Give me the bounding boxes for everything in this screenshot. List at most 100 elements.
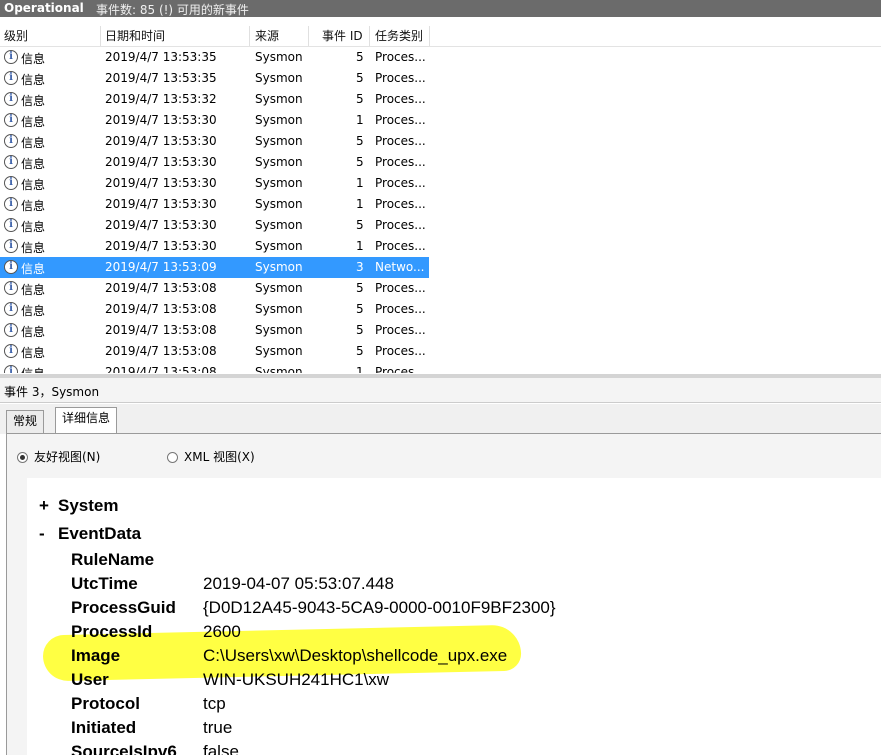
info-icon: i	[4, 281, 18, 295]
row-source: Sysmon	[255, 71, 303, 85]
row-source: Sysmon	[255, 260, 303, 274]
row-source: Sysmon	[255, 197, 303, 211]
xml-view-radio[interactable]: XML 视图(X)	[167, 448, 255, 465]
column-source[interactable]: 来源	[255, 28, 279, 46]
table-row[interactable]: i 信息 2019/4/7 13:53:30 Sysmon 5 Proces...	[0, 215, 429, 236]
row-level: 信息	[21, 115, 46, 129]
row-event-id: 1	[356, 176, 364, 190]
row-datetime: 2019/4/7 13:53:35	[105, 71, 217, 85]
friendly-view-label: 友好视图(N)	[34, 450, 101, 464]
field-name: Protocol	[71, 694, 140, 713]
tab-details[interactable]: 详细信息	[55, 407, 118, 435]
info-icon: i	[4, 260, 18, 274]
field-value: C:\Users\xw\Desktop\shellcode_upx.exe	[203, 646, 508, 665]
row-datetime: 2019/4/7 13:53:08	[105, 344, 217, 358]
table-row[interactable]: i 信息 2019/4/7 13:53:08 Sysmon 5 Proces...	[0, 299, 429, 320]
row-source: Sysmon	[255, 302, 303, 316]
system-expand-toggle[interactable]: +	[39, 496, 49, 516]
info-icon: i	[4, 134, 18, 148]
table-row[interactable]: i 信息 2019/4/7 13:53:30 Sysmon 5 Proces...	[0, 152, 429, 173]
row-task-category: Proces...	[375, 344, 426, 358]
table-row[interactable]: i 信息 2019/4/7 13:53:08 Sysmon 5 Proces...	[0, 320, 429, 341]
row-datetime: 2019/4/7 13:53:08	[105, 323, 217, 337]
row-level: 信息	[21, 220, 46, 234]
row-event-id: 1	[356, 197, 364, 211]
column-level[interactable]: 级别	[4, 28, 28, 46]
info-icon: i	[4, 92, 18, 106]
row-source: Sysmon	[255, 50, 303, 64]
row-event-id: 5	[356, 71, 364, 85]
row-level: 信息	[21, 199, 46, 213]
detail-tabs: 常规 详细信息	[0, 404, 881, 435]
row-datetime: 2019/4/7 13:53:09	[105, 260, 217, 274]
row-task-category: Proces...	[375, 365, 426, 373]
field-value: true	[203, 718, 233, 737]
info-icon: i	[4, 218, 18, 232]
row-task-category: Proces...	[375, 155, 426, 169]
table-row[interactable]: i 信息 2019/4/7 13:53:08 Sysmon 5 Proces...	[0, 341, 429, 362]
row-task-category: Proces...	[375, 71, 426, 85]
event-detail-header: 事件 3，Sysmon	[0, 378, 881, 403]
row-source: Sysmon	[255, 365, 303, 373]
field-name: ProcessGuid	[71, 598, 176, 617]
row-datetime: 2019/4/7 13:53:30	[105, 197, 217, 211]
event-list: i 信息 2019/4/7 13:53:35 Sysmon 5 Proces... i 信息 2…	[0, 47, 881, 373]
info-icon: i	[4, 71, 18, 85]
system-node[interactable]: System	[58, 496, 118, 516]
tab-general[interactable]: 常规	[6, 410, 45, 433]
info-icon: i	[4, 176, 18, 190]
row-datetime: 2019/4/7 13:53:32	[105, 92, 217, 106]
row-source: Sysmon	[255, 134, 303, 148]
friendly-view-radio[interactable]: 友好视图(N)	[17, 448, 100, 465]
info-icon: i	[4, 365, 18, 373]
row-datetime: 2019/4/7 13:53:08	[105, 302, 217, 316]
eventdata-node[interactable]: EventData	[58, 524, 141, 544]
table-row[interactable]: i 信息 2019/4/7 13:53:32 Sysmon 5 Proces...	[0, 89, 429, 110]
row-task-category: Proces...	[375, 50, 426, 64]
row-task-category: Proces...	[375, 239, 426, 253]
field-name: Initiated	[71, 718, 137, 737]
row-datetime: 2019/4/7 13:53:30	[105, 155, 217, 169]
info-icon: i	[4, 50, 18, 64]
eventdata-collapse-toggle[interactable]: -	[39, 524, 45, 544]
field-name: SourceIsIpv6	[71, 742, 177, 755]
table-row[interactable]: i信息 2019/4/7 13:53:08 Sysmon 1 Proces...	[0, 362, 429, 373]
row-event-id: 5	[356, 218, 364, 232]
table-row[interactable]: i 信息 2019/4/7 13:53:30 Sysmon 5 Proces...	[0, 131, 429, 152]
field-value: 2600	[203, 622, 241, 641]
table-row[interactable]: i 信息 2019/4/7 13:53:30 Sysmon 1 Proces...	[0, 173, 429, 194]
row-datetime: 2019/4/7 13:53:30	[105, 239, 217, 253]
row-task-category: Proces...	[375, 176, 426, 190]
info-icon: i	[4, 239, 18, 253]
row-level: 信息	[21, 283, 46, 297]
row-task-category: Proces...	[375, 302, 426, 316]
row-task-category: Proces...	[375, 113, 426, 127]
row-task-category: Proces...	[375, 197, 426, 211]
table-row[interactable]: i 信息 2019/4/7 13:53:30 Sysmon 1 Proces...	[0, 194, 429, 215]
table-row[interactable]: i 信息 2019/4/7 13:53:30 Sysmon 1 Proces...	[0, 236, 429, 257]
column-event-id[interactable]: 事件 ID	[322, 28, 363, 46]
field-name: User	[71, 670, 109, 689]
field-value: 2019-04-07 05:53:07.448	[203, 574, 394, 593]
row-datetime: 2019/4/7 13:53:30	[105, 218, 217, 232]
table-row[interactable]: i 信息 2019/4/7 13:53:35 Sysmon 5 Proces...	[0, 68, 429, 89]
row-event-id: 3	[356, 260, 364, 274]
row-event-id: 5	[356, 281, 364, 295]
row-event-id: 1	[356, 239, 364, 253]
field-value: false	[203, 742, 239, 755]
row-level: 信息	[21, 325, 46, 339]
row-level: 信息	[21, 73, 46, 87]
row-datetime: 2019/4/7 13:53:08	[105, 281, 217, 295]
row-level: 信息	[21, 262, 46, 276]
table-row[interactable]: i 信息 2019/4/7 13:53:30 Sysmon 1 Proces...	[0, 110, 429, 131]
info-icon: i	[4, 113, 18, 127]
column-task-category[interactable]: 任务类别	[375, 28, 423, 46]
table-row-selected[interactable]: i 信息 2019/4/7 13:53:09 Sysmon 3 Netwo...	[0, 257, 429, 278]
event-data-view: + System - EventData RuleName UtcTime 2019…	[27, 478, 881, 755]
column-datetime[interactable]: 日期和时间	[105, 28, 165, 46]
row-source: Sysmon	[255, 344, 303, 358]
event-list-header: 级别 日期和时间 来源 事件 ID 任务类别	[0, 26, 881, 47]
row-source: Sysmon	[255, 239, 303, 253]
table-row[interactable]: i 信息 2019/4/7 13:53:35 Sysmon 5 Proces...	[0, 47, 429, 68]
table-row[interactable]: i 信息 2019/4/7 13:53:08 Sysmon 5 Proces...	[0, 278, 429, 299]
